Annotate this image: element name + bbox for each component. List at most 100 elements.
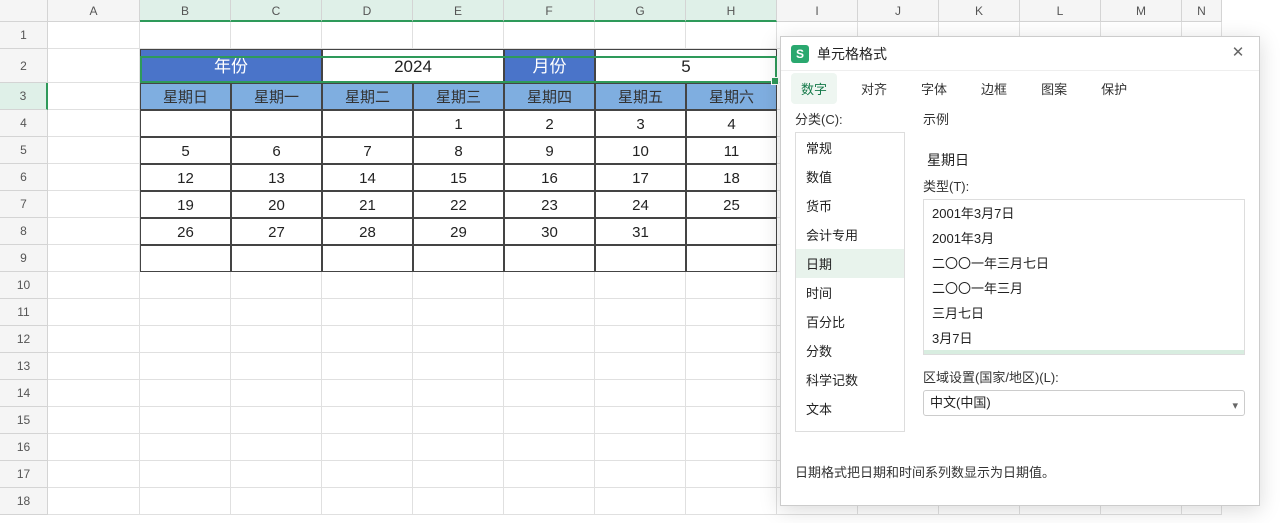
calendar-day-cell[interactable] (322, 110, 413, 137)
calendar-day-cell[interactable]: 18 (686, 164, 777, 191)
cell[interactable] (322, 272, 413, 299)
cell[interactable] (686, 353, 777, 380)
calendar-day-cell[interactable]: 29 (413, 218, 504, 245)
cell[interactable] (413, 22, 504, 49)
cell[interactable] (413, 326, 504, 353)
cell[interactable] (686, 380, 777, 407)
calendar-day-cell[interactable]: 13 (231, 164, 322, 191)
cell[interactable] (322, 488, 413, 515)
col-header-N[interactable]: N (1182, 0, 1222, 22)
cell[interactable] (140, 461, 231, 488)
cell[interactable] (504, 326, 595, 353)
cell[interactable] (231, 488, 322, 515)
cell[interactable] (48, 137, 140, 164)
row-header[interactable]: 8 (0, 218, 48, 245)
cell[interactable] (595, 353, 686, 380)
weekday-cell[interactable]: 星期日 (140, 83, 231, 110)
month-label-cell[interactable]: 月份 (504, 49, 595, 83)
col-header-D[interactable]: D (322, 0, 413, 22)
cell[interactable] (48, 326, 140, 353)
col-header-E[interactable]: E (413, 0, 504, 22)
cell[interactable] (686, 488, 777, 515)
category-item[interactable]: 科学记数 (796, 365, 904, 394)
row-header[interactable]: 12 (0, 326, 48, 353)
cell[interactable] (413, 407, 504, 434)
cell[interactable] (48, 218, 140, 245)
cell[interactable] (231, 434, 322, 461)
cell[interactable] (48, 299, 140, 326)
calendar-day-cell[interactable] (322, 245, 413, 272)
weekday-cell[interactable]: 星期二 (322, 83, 413, 110)
weekday-cell[interactable]: 星期四 (504, 83, 595, 110)
cell[interactable] (504, 407, 595, 434)
cell[interactable] (231, 22, 322, 49)
tab-protection[interactable]: 保护 (1091, 73, 1137, 104)
cell[interactable] (686, 407, 777, 434)
category-list[interactable]: 常规数值货币会计专用日期时间百分比分数科学记数文本特殊自定义 (795, 132, 905, 432)
cell[interactable] (413, 353, 504, 380)
row-header[interactable]: 4 (0, 110, 48, 137)
calendar-day-cell[interactable]: 22 (413, 191, 504, 218)
cell[interactable] (322, 326, 413, 353)
row-header[interactable]: 6 (0, 164, 48, 191)
cell[interactable] (504, 353, 595, 380)
row-header[interactable]: 3 (0, 83, 48, 110)
type-item[interactable]: 三月七日 (924, 300, 1244, 325)
weekday-cell[interactable]: 星期五 (595, 83, 686, 110)
tab-pattern[interactable]: 图案 (1031, 73, 1077, 104)
col-header-F[interactable]: F (504, 0, 595, 22)
calendar-day-cell[interactable]: 4 (686, 110, 777, 137)
cell[interactable] (504, 434, 595, 461)
cell[interactable] (686, 22, 777, 49)
calendar-day-cell[interactable]: 12 (140, 164, 231, 191)
cell[interactable] (413, 272, 504, 299)
category-item[interactable]: 特殊 (796, 423, 904, 432)
row-header[interactable]: 2 (0, 49, 48, 83)
tab-font[interactable]: 字体 (911, 73, 957, 104)
cell[interactable] (504, 299, 595, 326)
calendar-day-cell[interactable]: 2 (504, 110, 595, 137)
calendar-day-cell[interactable]: 6 (231, 137, 322, 164)
cell[interactable] (48, 49, 140, 83)
calendar-day-cell[interactable]: 10 (595, 137, 686, 164)
category-item[interactable]: 数值 (796, 162, 904, 191)
cell[interactable] (595, 326, 686, 353)
cell[interactable] (595, 488, 686, 515)
cell[interactable] (48, 353, 140, 380)
tab-border[interactable]: 边框 (971, 73, 1017, 104)
col-header-J[interactable]: J (858, 0, 939, 22)
calendar-day-cell[interactable]: 3 (595, 110, 686, 137)
row-header[interactable]: 14 (0, 380, 48, 407)
weekday-cell[interactable]: 星期六 (686, 83, 777, 110)
calendar-day-cell[interactable] (686, 218, 777, 245)
cell[interactable] (48, 245, 140, 272)
row-header[interactable]: 18 (0, 488, 48, 515)
cell[interactable] (686, 461, 777, 488)
row-header[interactable]: 15 (0, 407, 48, 434)
cell[interactable] (48, 461, 140, 488)
cell[interactable] (140, 272, 231, 299)
category-item[interactable]: 百分比 (796, 307, 904, 336)
type-item[interactable]: 2001年3月 (924, 225, 1244, 250)
category-item[interactable]: 分数 (796, 336, 904, 365)
calendar-day-cell[interactable]: 27 (231, 218, 322, 245)
calendar-day-cell[interactable]: 8 (413, 137, 504, 164)
cell[interactable] (413, 380, 504, 407)
cell[interactable] (140, 326, 231, 353)
cell[interactable] (231, 353, 322, 380)
category-item[interactable]: 日期 (796, 249, 904, 278)
cell[interactable] (48, 22, 140, 49)
calendar-day-cell[interactable]: 28 (322, 218, 413, 245)
cell[interactable] (231, 272, 322, 299)
cell[interactable] (413, 461, 504, 488)
calendar-day-cell[interactable]: 17 (595, 164, 686, 191)
cell[interactable] (140, 407, 231, 434)
year-label-cell[interactable]: 年份 (140, 49, 322, 83)
type-item[interactable]: 3月7日 (924, 325, 1244, 350)
calendar-day-cell[interactable]: 5 (140, 137, 231, 164)
row-header[interactable]: 7 (0, 191, 48, 218)
calendar-day-cell[interactable] (231, 245, 322, 272)
cell[interactable] (595, 272, 686, 299)
tab-alignment[interactable]: 对齐 (851, 73, 897, 104)
calendar-day-cell[interactable]: 15 (413, 164, 504, 191)
